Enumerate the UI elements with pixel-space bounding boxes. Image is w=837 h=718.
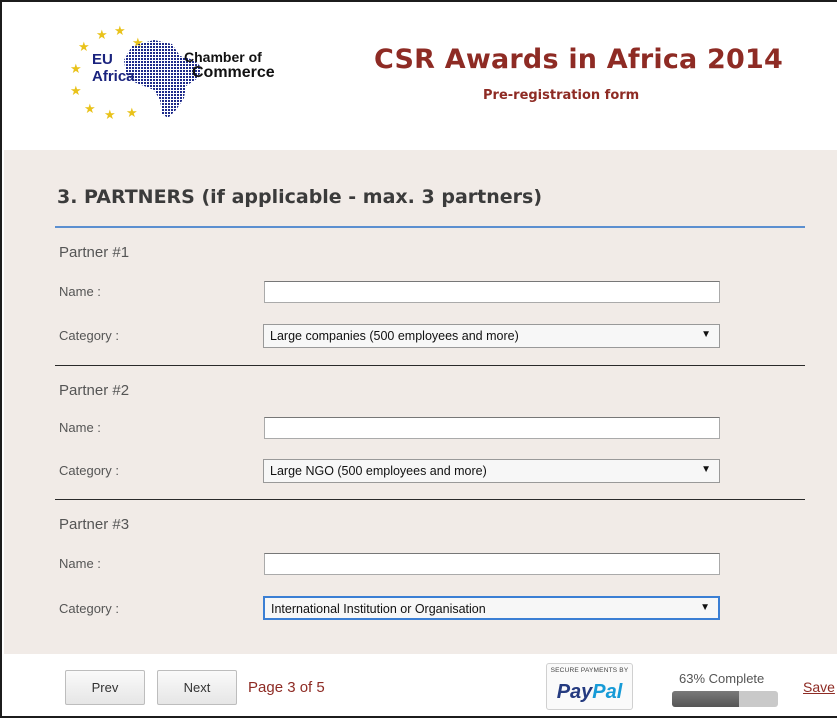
form-window: ★ ★ ★ ★ ★ ★ ★ ★ ★ EU Africa Chamber of C… bbox=[0, 0, 837, 718]
page-subtitle: Pre-registration form bbox=[483, 88, 640, 103]
partner-2-name-label: Name : bbox=[59, 420, 101, 435]
page-title: CSR Awards in Africa 2014 bbox=[374, 44, 783, 75]
partner-1-category-label: Category : bbox=[59, 328, 119, 343]
page-indicator: Page 3 of 5 bbox=[248, 679, 325, 696]
section-title: 3. PARTNERS (if applicable - max. 3 part… bbox=[57, 186, 543, 208]
partner-2-category-label: Category : bbox=[59, 463, 119, 478]
partner-1-name-input[interactable] bbox=[264, 281, 720, 303]
select-arrow-icon: ▼ bbox=[701, 464, 711, 475]
star-icon: ★ bbox=[70, 61, 82, 76]
partner-3-category-label: Category : bbox=[59, 601, 119, 616]
progress-bar bbox=[672, 691, 778, 707]
eu-africa-chamber-logo: ★ ★ ★ ★ ★ ★ ★ ★ ★ EU Africa Chamber of C… bbox=[62, 24, 332, 126]
partner-2-category-value: Large NGO (500 employees and more) bbox=[270, 464, 487, 478]
partner-3-group: Partner #3 Name : Category : Internation… bbox=[55, 500, 805, 650]
partner-2-heading: Partner #2 bbox=[59, 382, 130, 399]
partner-3-category-value: International Institution or Organisatio… bbox=[271, 602, 486, 616]
form-body: 3. PARTNERS (if applicable - max. 3 part… bbox=[4, 150, 837, 654]
paypal-logo: PayPal bbox=[556, 681, 623, 703]
logo-eu-africa-text: EU Africa bbox=[92, 51, 135, 85]
next-button[interactable]: Next bbox=[157, 670, 237, 705]
partner-1-category-value: Large companies (500 employees and more) bbox=[270, 329, 519, 343]
logo-chamber-text: Chamber of Commerce bbox=[184, 49, 275, 81]
partner-2-name-input[interactable] bbox=[264, 417, 720, 439]
star-icon: ★ bbox=[70, 83, 82, 98]
form-footer: Prev Next Page 3 of 5 SECURE PAYMENTS BY… bbox=[4, 654, 837, 716]
paypal-secure-text: SECURE PAYMENTS BY bbox=[550, 667, 629, 674]
star-icon: ★ bbox=[84, 101, 96, 116]
partner-1-heading: Partner #1 bbox=[59, 244, 130, 261]
progress-label: 63% Complete bbox=[679, 671, 765, 686]
partner-1-group: Partner #1 Name : Category : Large compa… bbox=[55, 228, 805, 366]
progress-fill bbox=[672, 691, 739, 707]
save-link[interactable]: Save bbox=[803, 679, 835, 695]
partner-2-group: Partner #2 Name : Category : Large NGO (… bbox=[55, 366, 805, 500]
partner-2-category-select[interactable]: Large NGO (500 employees and more) ▼ bbox=[263, 459, 720, 483]
partner-3-heading: Partner #3 bbox=[59, 516, 130, 533]
paypal-badge[interactable]: SECURE PAYMENTS BY PayPal bbox=[546, 663, 633, 710]
prev-button[interactable]: Prev bbox=[65, 670, 145, 705]
partner-3-name-input[interactable] bbox=[264, 553, 720, 575]
star-icon: ★ bbox=[96, 27, 108, 42]
partner-1-category-select[interactable]: Large companies (500 employees and more)… bbox=[263, 324, 720, 348]
select-arrow-icon: ▼ bbox=[700, 602, 710, 613]
star-icon: ★ bbox=[78, 39, 90, 54]
partner-3-name-label: Name : bbox=[59, 556, 101, 571]
partner-1-name-label: Name : bbox=[59, 284, 101, 299]
page-header: ★ ★ ★ ★ ★ ★ ★ ★ ★ EU Africa Chamber of C… bbox=[4, 4, 837, 150]
select-arrow-icon: ▼ bbox=[701, 329, 711, 340]
partner-3-category-select[interactable]: International Institution or Organisatio… bbox=[263, 596, 720, 620]
